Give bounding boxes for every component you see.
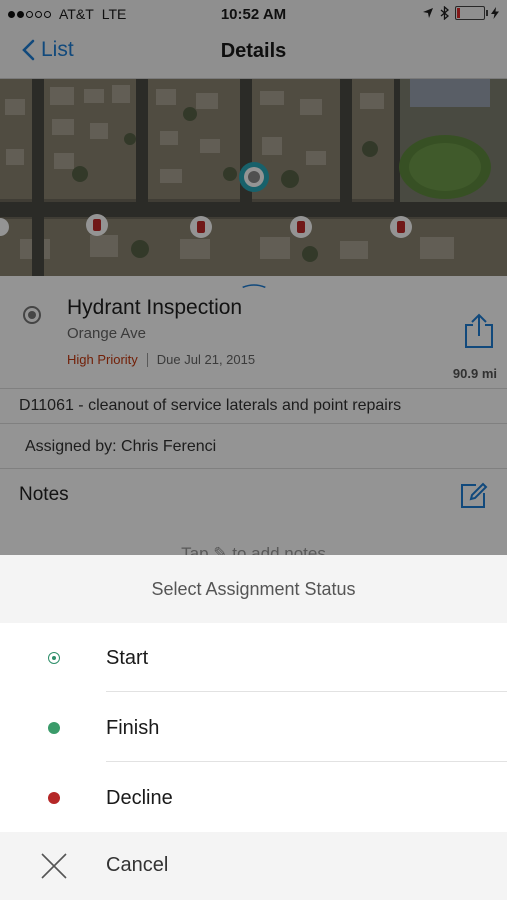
start-option[interactable]: Start <box>0 623 507 692</box>
decline-label: Decline <box>106 787 173 809</box>
decline-option[interactable]: Decline <box>0 763 507 832</box>
finish-label: Finish <box>106 717 160 739</box>
assignment-status-sheet: Select Assignment Status Start Finish De… <box>0 555 507 900</box>
start-radio-icon <box>48 652 60 664</box>
cancel-button[interactable]: Cancel <box>0 832 507 900</box>
finish-option[interactable]: Finish <box>0 693 507 762</box>
finish-dot-icon <box>48 722 60 734</box>
sheet-title: Select Assignment Status <box>151 579 356 599</box>
close-icon <box>41 853 67 879</box>
cancel-label: Cancel <box>106 854 169 876</box>
modal-backdrop[interactable] <box>0 0 507 555</box>
sheet-header: Select Assignment Status <box>0 555 507 623</box>
decline-dot-icon <box>48 792 60 804</box>
start-label: Start <box>106 647 149 669</box>
